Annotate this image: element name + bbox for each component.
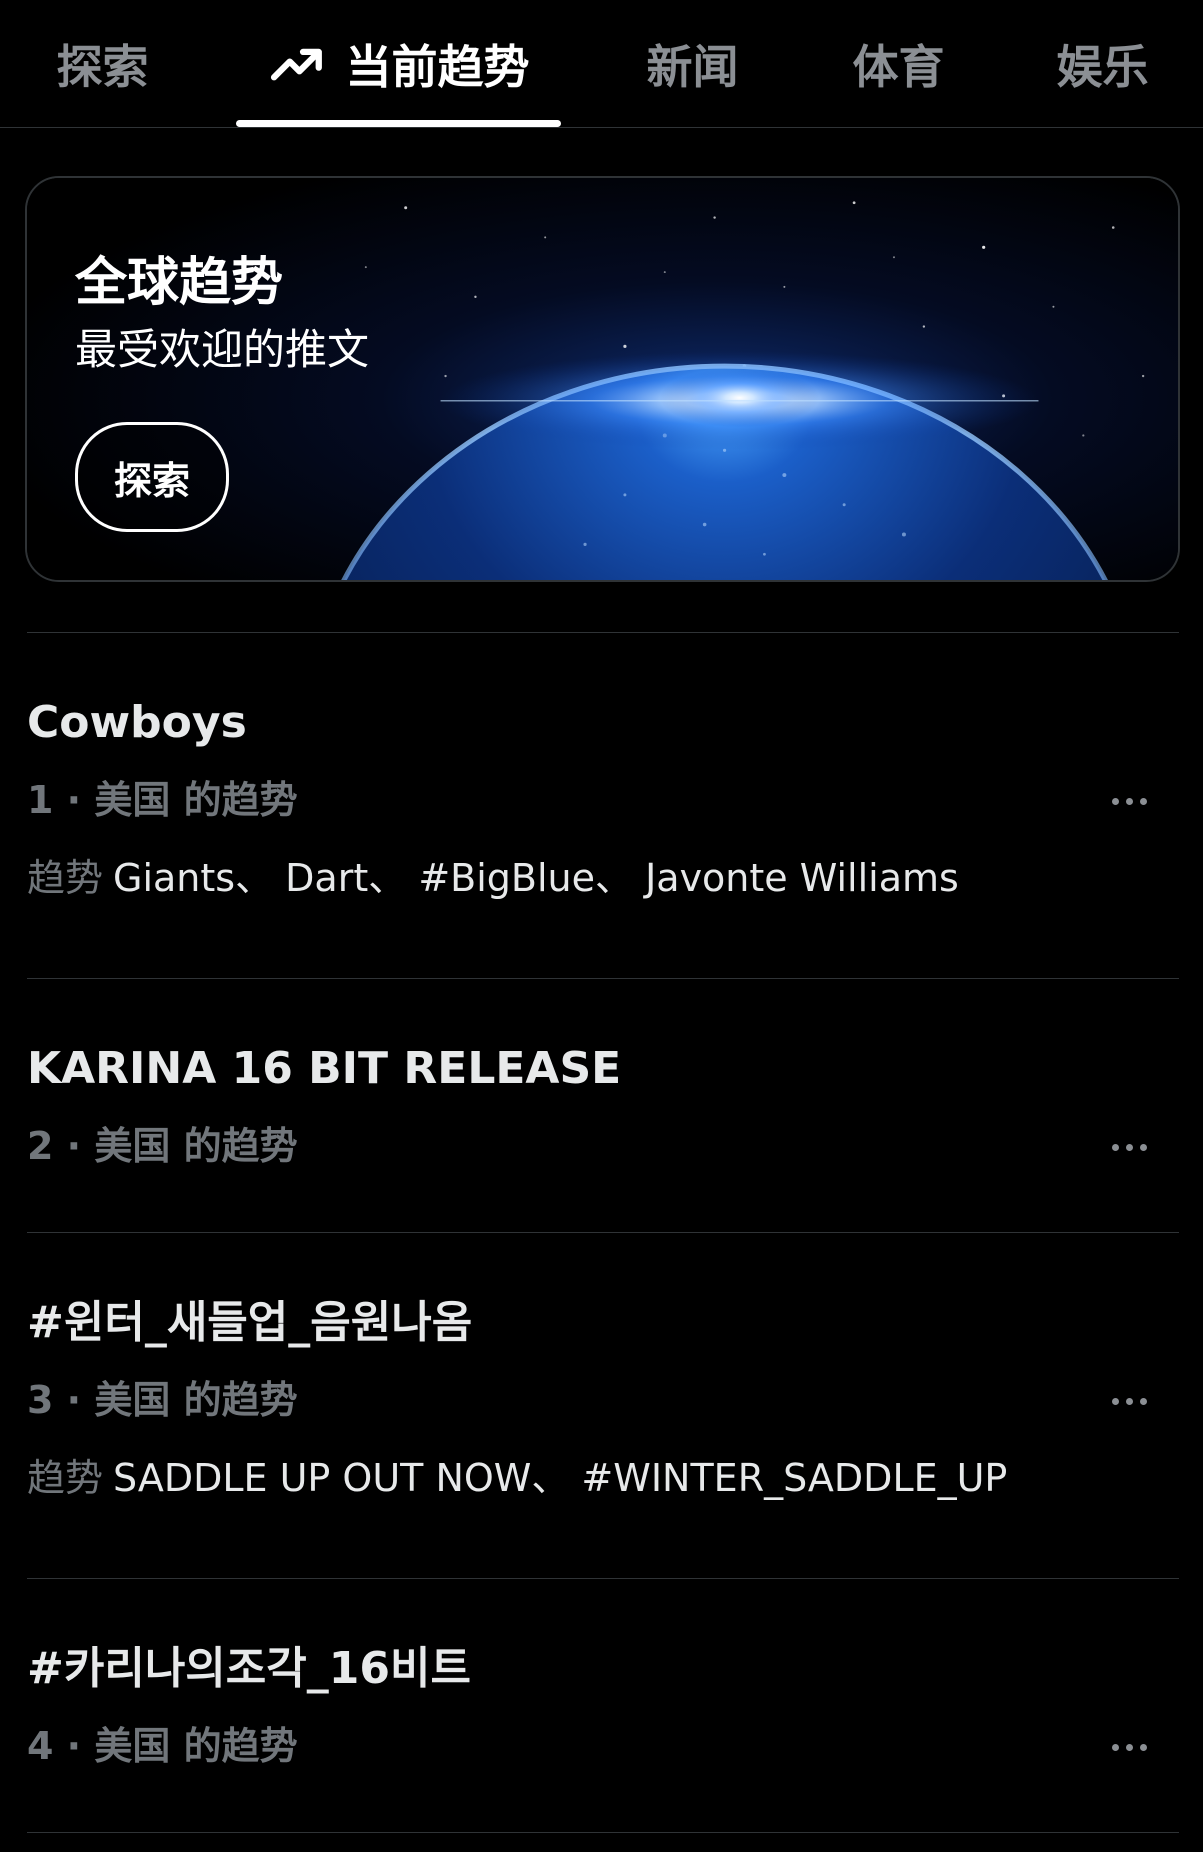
- trend-related: 趋势 SADDLE UP OUT NOW、 #WINTER_SADDLE_UP: [27, 1459, 1007, 1497]
- related-topics: Giants、 Dart、 #BigBlue、 Javonte Williams: [113, 856, 959, 900]
- trend-rank-location: 1 · 美国 的趋势: [27, 778, 298, 822]
- tab-sports[interactable]: 体育: [836, 0, 961, 127]
- more-icon: [1111, 1743, 1119, 1751]
- trend-item[interactable]: KARINA 16 BIT RELEASE 2 · 美国 的趋势: [27, 979, 1179, 1232]
- more-icon-dot: [1125, 1397, 1133, 1405]
- tab-trending[interactable]: 当前趋势: [236, 0, 561, 127]
- more-icon-dot: [1125, 797, 1133, 805]
- hero-title: 全球趋势: [75, 253, 284, 313]
- explore-button[interactable]: 探索: [75, 422, 229, 532]
- tab-label: 娱乐: [1056, 39, 1149, 94]
- tab-news[interactable]: 新闻: [630, 0, 755, 127]
- more-icon-dot: [1125, 1143, 1133, 1151]
- more-options-button[interactable]: [1099, 1127, 1159, 1167]
- related-topics: SADDLE UP OUT NOW、 #WINTER_SADDLE_UP: [113, 1456, 1008, 1500]
- active-tab-indicator: [236, 120, 561, 127]
- more-icon: [1111, 797, 1119, 805]
- more-icon-dot: [1139, 1397, 1147, 1405]
- trend-item[interactable]: #윈터_새들업_음원나옴 3 · 美国 的趋势 趋势 SADDLE UP OUT …: [27, 1233, 1179, 1578]
- hero-subtitle: 最受欢迎的推文: [75, 325, 370, 374]
- trend-title: #윈터_새들업_음원나옴: [27, 1297, 473, 1348]
- more-icon-dot: [1125, 1743, 1133, 1751]
- trend-title: KARINA 16 BIT RELEASE: [27, 1043, 622, 1094]
- tab-label: 当前趋势: [345, 39, 530, 94]
- more-options-button[interactable]: [1099, 1727, 1159, 1767]
- tab-entertainment[interactable]: 娱乐: [1040, 0, 1165, 127]
- trend-title: #카리나의조각_16비트: [27, 1643, 471, 1694]
- trend-rank-location: 3 · 美国 的趋势: [27, 1378, 298, 1422]
- more-icon: [1111, 1397, 1119, 1405]
- related-label: 趋势: [27, 1456, 104, 1500]
- trend-item[interactable]: #카리나의조각_16비트 4 · 美国 的趋势: [27, 1579, 1179, 1832]
- trend-rank-location: 4 · 美国 的趋势: [27, 1724, 298, 1768]
- more-options-button[interactable]: [1099, 1381, 1159, 1421]
- trending-icon: [268, 35, 326, 93]
- more-options-button[interactable]: [1099, 781, 1159, 821]
- trend-rank-location: 2 · 美国 的趋势: [27, 1124, 298, 1168]
- tab-bar: 探索 当前趋势 新闻 体育 娱乐: [0, 0, 1203, 128]
- tab-explore[interactable]: 探索: [40, 0, 165, 127]
- trend-item[interactable]: Cowboys 1 · 美国 的趋势 趋势 Giants、 Dart、 #BigB…: [27, 633, 1179, 978]
- trend-title: Cowboys: [27, 697, 247, 748]
- trend-related: 趋势 Giants、 Dart、 #BigBlue、 Javonte Willia…: [27, 859, 959, 897]
- more-icon-dot: [1139, 1143, 1147, 1151]
- global-trends-card[interactable]: 全球趋势 最受欢迎的推文 探索: [25, 176, 1180, 582]
- tab-label: 新闻: [646, 39, 739, 94]
- more-icon: [1111, 1143, 1119, 1151]
- divider: [27, 1832, 1179, 1833]
- tab-label: 体育: [852, 39, 945, 94]
- more-icon-dot: [1139, 797, 1147, 805]
- tab-label: 探索: [56, 39, 149, 94]
- more-icon-dot: [1139, 1743, 1147, 1751]
- related-label: 趋势: [27, 856, 104, 900]
